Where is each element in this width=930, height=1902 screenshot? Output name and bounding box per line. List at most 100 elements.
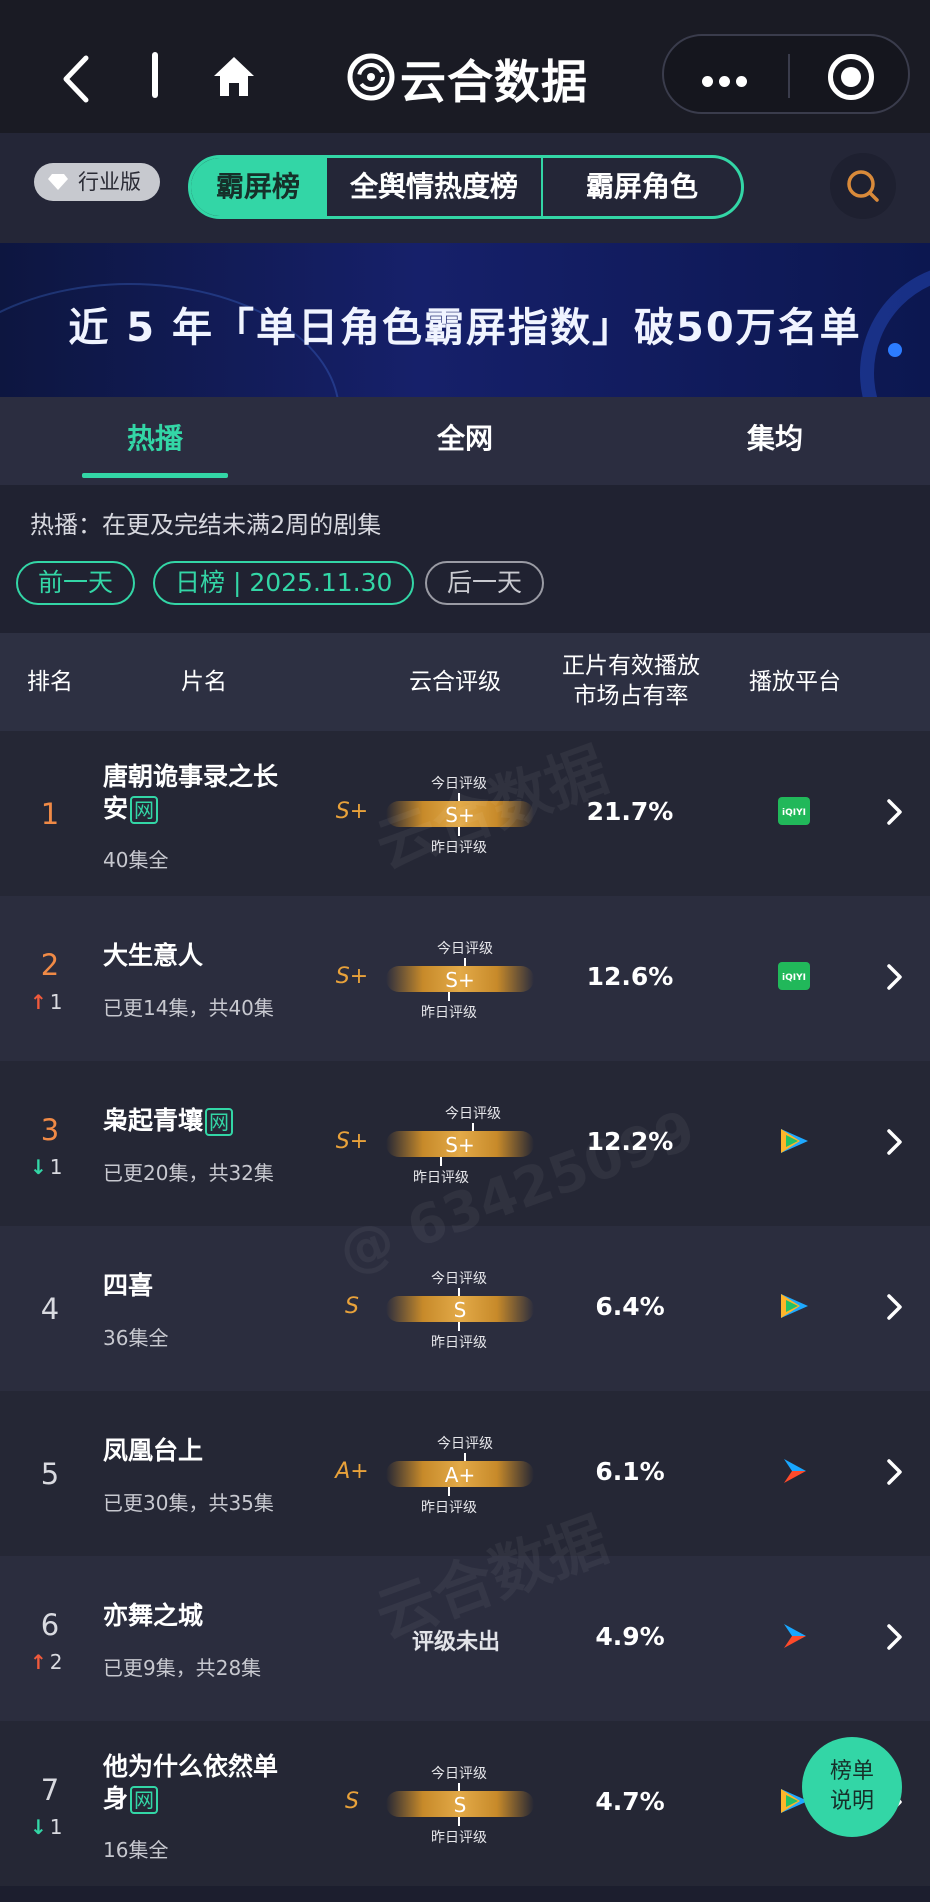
- episode-status: 36集全: [103, 1326, 169, 1350]
- chevron-right-icon: [887, 1294, 902, 1320]
- drama-title[interactable]: 四喜: [103, 1270, 303, 1302]
- rank-change: ↓ 1: [30, 1155, 80, 1179]
- search-icon: [847, 170, 879, 202]
- grade-yesterday-label: 昨日评级: [421, 1500, 477, 1516]
- banner-headline: 近 5 年「单日角色霸屏指数」破50万名单: [68, 305, 862, 351]
- episode-status: 40集全: [103, 848, 169, 872]
- rank-number: 2: [40, 948, 60, 982]
- drama-title-line1: 枭起青壤: [103, 1106, 204, 1135]
- drama-title[interactable]: 唐朝诡事录之长安网: [103, 761, 303, 825]
- grade-yesterday-tick: [440, 1157, 442, 1166]
- chevron-right-icon: [887, 964, 902, 990]
- prev-day-button[interactable]: 前一天: [16, 561, 136, 605]
- market-share: 4.9%: [595, 1622, 665, 1651]
- header-share-line2: 市场占有率: [573, 683, 689, 709]
- industry-edition-label: 行业版: [78, 170, 141, 194]
- youku-icon: [784, 1459, 806, 1483]
- fab-line1: 榜单: [829, 1759, 874, 1784]
- rank-change-value: 2: [49, 1650, 63, 1674]
- app-header: 云合数据: [0, 0, 930, 133]
- header-rank: 排名: [27, 669, 73, 695]
- chevron-right-icon: [887, 799, 902, 825]
- table-row[interactable]: 7 ↓ 1 他为什么依然单身网 16集全 S 今日评级 S 昨日评级 4.7%: [0, 1721, 930, 1886]
- app-title: 云合数据: [400, 55, 588, 109]
- grade-today-label: 今日评级: [437, 1436, 493, 1452]
- scope-tabs: 热播 全网 集均: [0, 397, 930, 485]
- drama-title[interactable]: 凤凰台上: [103, 1435, 303, 1467]
- grade-today-label: 今日评级: [445, 1106, 501, 1122]
- tab-per-episode[interactable]: 集均: [695, 417, 855, 457]
- rank-number: 5: [40, 1457, 60, 1491]
- drama-title-line2: 身: [103, 1784, 129, 1813]
- iqiyi-icon: iQIYI: [778, 962, 810, 990]
- ranking-explanation-button[interactable]: 榜单 说明: [802, 1737, 902, 1837]
- close-miniprogram-icon[interactable]: [828, 54, 874, 100]
- rank-number: 7: [40, 1773, 60, 1807]
- rank-number: 1: [40, 797, 60, 831]
- drama-title-line1: 大生意人: [103, 941, 204, 970]
- tab-all-network[interactable]: 全网: [385, 417, 545, 457]
- segment-public-opinion-ranking[interactable]: 全舆情热度榜: [327, 158, 543, 216]
- rank-change: ↓ 1: [30, 1815, 80, 1839]
- drama-title-line1: 他为什么依然单: [103, 1752, 279, 1781]
- chevron-right-icon: [887, 1459, 902, 1485]
- yunhe-logo-icon: [347, 53, 395, 101]
- drama-title-line1: 亦舞之城: [103, 1601, 204, 1630]
- table-row[interactable]: 4 四喜 36集全 S 今日评级 S 昨日评级 6.4%: [0, 1226, 930, 1391]
- home-icon[interactable]: [210, 52, 258, 100]
- episode-status: 16集全: [103, 1838, 169, 1862]
- rank-change: ↑ 2: [30, 1650, 80, 1674]
- nav-divider: [152, 52, 158, 98]
- table-row[interactable]: 2 ↑ 1 大生意人 已更14集，共40集 S+ 今日评级 S+ 昨日评级 12.6% iQIYI: [0, 896, 930, 1061]
- episode-status: 已更20集，共32集: [103, 1161, 274, 1185]
- grade-yesterday-tick: [448, 992, 450, 1001]
- grade-today-value: S: [453, 1298, 467, 1322]
- next-day-button[interactable]: 后一天: [425, 561, 545, 605]
- ranking-description: 热播：在更及完结未满2周的剧集: [30, 511, 382, 539]
- drama-title[interactable]: 亦舞之城: [103, 1600, 303, 1632]
- miniprogram-capsule: [662, 34, 910, 114]
- iqiyi-icon: iQIYI: [778, 797, 810, 825]
- table-header: 排名 片名 云合评级 正片有效播放 市场占有率 播放平台: [0, 633, 930, 731]
- header-title: 片名: [181, 669, 227, 695]
- episode-status: 已更30集，共35集: [103, 1491, 274, 1515]
- back-arrow-icon[interactable]: [58, 52, 94, 106]
- drama-title[interactable]: 枭起青壤网: [103, 1105, 303, 1137]
- rank-change-value: 1: [49, 1155, 63, 1179]
- date-selector-area: 热播：在更及完结未满2周的剧集 前一天 日榜 | 2025.11.30 后一天: [0, 485, 930, 633]
- search-button[interactable]: [830, 153, 896, 219]
- fab-line2: 说明: [829, 1789, 874, 1814]
- grade-today-value: S: [453, 1793, 467, 1817]
- tab-hot-airing[interactable]: 热播: [75, 417, 235, 457]
- segment-dominance-ranking[interactable]: 霸屏榜: [191, 158, 327, 216]
- grade-yesterday-label: 昨日评级: [431, 1335, 487, 1351]
- svg-text:iQIYI: iQIYI: [782, 808, 806, 818]
- promo-banner[interactable]: 近 5 年「单日角色霸屏指数」破50万名单: [0, 243, 930, 397]
- industry-edition-badge[interactable]: 行业版: [34, 163, 160, 201]
- header-share-line1: 正片有效播放: [562, 653, 700, 679]
- ranking-type-segment: 霸屏榜 全舆情热度榜 霸屏角色: [188, 155, 744, 219]
- episode-status: 已更14集，共40集: [103, 996, 274, 1020]
- drama-title[interactable]: 大生意人: [103, 940, 303, 972]
- more-menu-icon[interactable]: [702, 72, 753, 91]
- segment-dominant-roles[interactable]: 霸屏角色: [543, 158, 741, 216]
- drama-title-line1: 凤凰台上: [103, 1436, 204, 1465]
- table-row[interactable]: 5 凤凰台上 已更30集，共35集 A+ 今日评级 A+ 昨日评级 6.1%: [0, 1391, 930, 1556]
- ranking-toolbar: 行业版 霸屏榜 全舆情热度榜 霸屏角色: [0, 133, 930, 243]
- market-share: 6.1%: [595, 1457, 665, 1486]
- header-platform: 播放平台: [749, 669, 841, 695]
- web-drama-badge: 网: [130, 1786, 159, 1814]
- drama-title-line2: 安: [103, 794, 129, 823]
- grade-previous: S: [345, 1294, 359, 1319]
- grade-previous: S+: [335, 1129, 369, 1154]
- drama-title[interactable]: 他为什么依然单身网: [103, 1751, 303, 1815]
- diamond-icon: [48, 174, 68, 190]
- rank-number: 4: [40, 1292, 60, 1326]
- market-share: 4.7%: [595, 1787, 665, 1816]
- header-grade: 云合评级: [409, 669, 501, 695]
- episode-status: 已更9集，共28集: [103, 1656, 262, 1680]
- market-share: 12.6%: [586, 962, 674, 991]
- date-picker-button[interactable]: 日榜 | 2025.11.30: [153, 561, 415, 605]
- youku-icon: [784, 1624, 806, 1648]
- grade-today-label: 今日评级: [431, 1271, 487, 1287]
